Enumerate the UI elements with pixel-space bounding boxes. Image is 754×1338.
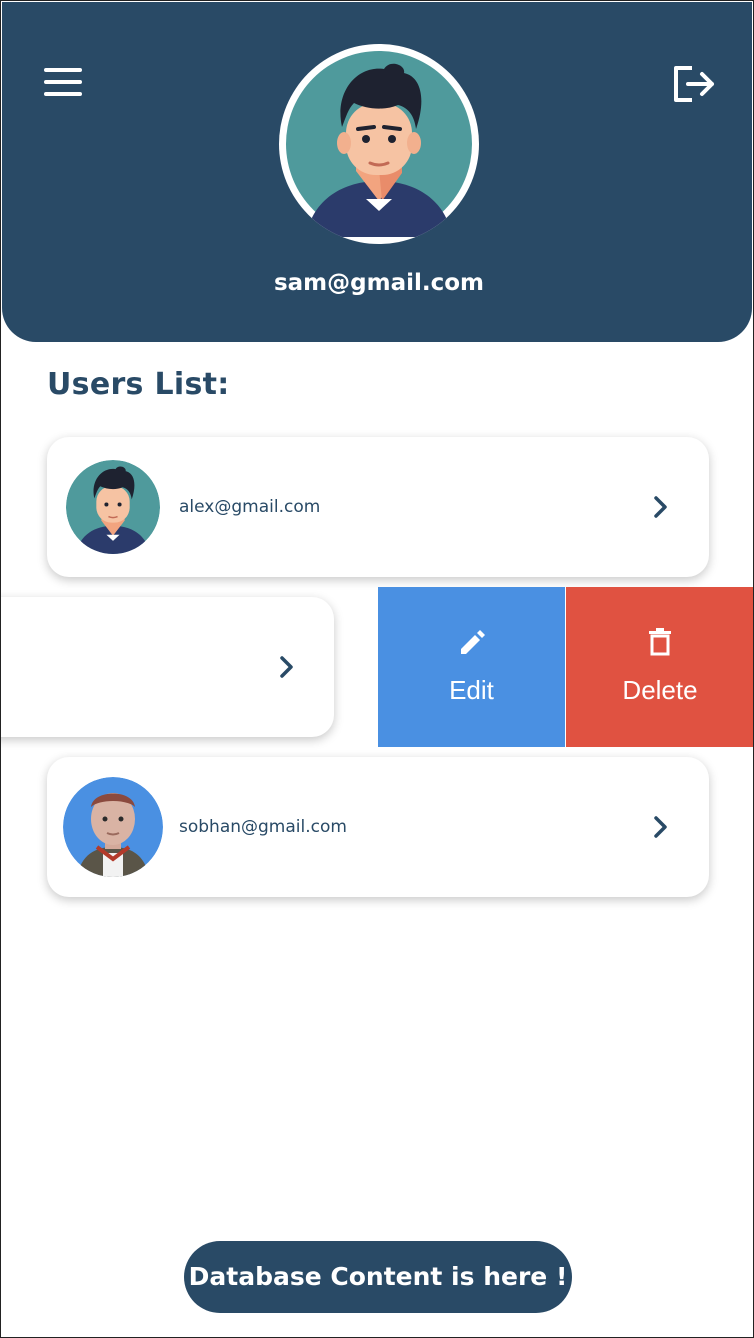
user-list-item[interactable]: sobhan@gmail.com (47, 757, 709, 897)
user-avatar (66, 460, 160, 554)
trash-icon (649, 628, 671, 656)
profile-avatar[interactable] (279, 44, 479, 244)
database-content-button[interactable]: Database Content is here ! (184, 1241, 572, 1313)
delete-label: Delete (622, 675, 698, 705)
edit-button[interactable]: Edit (378, 587, 565, 747)
logout-icon[interactable] (670, 62, 718, 106)
chevron-right-icon (280, 656, 293, 678)
chevron-right-icon (654, 816, 667, 838)
profile-header: sam@gmail.com (2, 2, 752, 342)
chevron-right-icon (654, 496, 667, 518)
user-list-item[interactable]: alex@gmail.com (47, 437, 709, 577)
user-list-item-swiped[interactable] (1, 597, 334, 737)
users-list-title: Users List: (47, 367, 230, 402)
pencil-icon (460, 630, 485, 654)
hamburger-menu-icon[interactable] (44, 68, 84, 100)
app-screen: sam@gmail.com Users List: alex@gmail.com (0, 0, 754, 1338)
current-user-email: sam@gmail.com (273, 270, 485, 296)
user-email: sobhan@gmail.com (179, 817, 347, 837)
user-avatar (63, 777, 163, 877)
delete-button[interactable]: Delete (566, 587, 753, 747)
edit-label: Edit (449, 675, 494, 705)
user-email: alex@gmail.com (179, 497, 321, 517)
